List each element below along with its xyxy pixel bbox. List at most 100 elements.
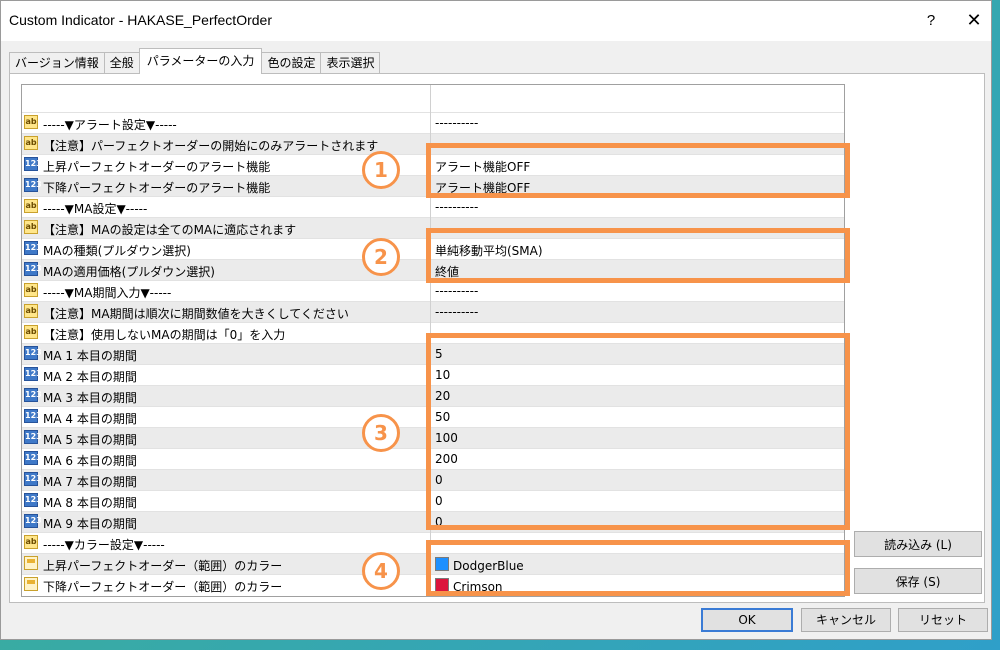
parameter-row[interactable]: 下降パーフェクトオーダー（範囲）のカラー Crimson <box>22 574 844 595</box>
number-type-icon: 123 <box>24 493 42 507</box>
parameter-value[interactable]: 0 <box>435 515 443 529</box>
parameter-row[interactable]: ab 【注意】パーフェクトオーダーの開始にのみアラートされます ---------- <box>22 133 844 154</box>
parameter-value-text: ---------- <box>435 137 479 151</box>
parameter-row[interactable]: ab -----▼カラー設定▼----- ---------- <box>22 532 844 553</box>
parameter-value[interactable]: 5 <box>435 347 443 361</box>
tab-visualization[interactable]: 表示選択 <box>320 52 381 74</box>
parameter-value[interactable]: 10 <box>435 368 450 382</box>
parameter-value[interactable]: 200 <box>435 452 458 466</box>
help-button[interactable]: ? <box>919 9 943 33</box>
number-type-icon: 123 <box>24 262 42 276</box>
parameter-value[interactable]: ---------- <box>435 536 478 550</box>
parameter-value[interactable]: ---------- <box>435 200 478 214</box>
parameter-name: MAの適用価格(プルダウン選択) <box>43 265 215 279</box>
number-type-icon: 123 <box>24 430 42 444</box>
parameter-row[interactable]: ab 【注意】使用しないMAの期間は「0」を入力 ---------- <box>22 322 844 343</box>
parameter-value[interactable]: 100 <box>435 431 458 445</box>
parameter-row[interactable]: 123 MA 1 本目の期間 5 <box>22 343 844 364</box>
parameter-value[interactable]: ---------- <box>435 116 478 130</box>
parameter-row[interactable]: 123 MA 8 本目の期間 0 <box>22 490 844 511</box>
parameter-value[interactable]: アラート機能OFF <box>435 158 530 175</box>
parameter-row[interactable]: 123 上昇パーフェクトオーダーのアラート機能 アラート機能OFF <box>22 154 844 175</box>
parameter-name: 【注意】MAの設定は全てのMAに適応されます <box>43 223 297 237</box>
close-icon[interactable]: ✕ <box>961 7 987 33</box>
parameter-row[interactable]: 上昇パーフェクトオーダー（範囲）のカラー DodgerBlue <box>22 553 844 574</box>
annotation-badge-2: 2 <box>362 238 400 276</box>
tab-version-info[interactable]: バージョン情報 <box>9 52 105 74</box>
parameter-name: 下降パーフェクトオーダーのアラート機能 <box>43 181 271 195</box>
parameter-row[interactable]: ab 【注意】MAの設定は全てのMAに適応されます ---------- <box>22 217 844 238</box>
parameter-row[interactable]: 123 下降パーフェクトオーダーのアラート機能 アラート機能OFF <box>22 175 844 196</box>
parameter-row[interactable]: ab -----▼MA設定▼----- ---------- <box>22 196 844 217</box>
parameter-value[interactable]: 0 <box>435 473 443 487</box>
parameter-value-text: アラート機能OFF <box>435 160 531 174</box>
parameter-row[interactable]: 123 MAの適用価格(プルダウン選択) 終値 <box>22 259 844 280</box>
tab-general[interactable]: 全般 <box>103 52 140 74</box>
parameter-row[interactable]: 123 MA 2 本目の期間 10 <box>22 364 844 385</box>
parameter-value[interactable]: 終値 <box>435 263 459 280</box>
parameter-name: MA 5 本目の期間 <box>43 433 137 447</box>
parameter-value[interactable]: 0 <box>435 494 443 508</box>
load-button[interactable]: 読み込み (L) <box>854 531 982 557</box>
parameter-value[interactable]: ---------- <box>435 326 478 340</box>
parameter-row[interactable]: 123 MA 3 本目の期間 20 <box>22 385 844 406</box>
tab-parameters[interactable]: パラメーターの入力 <box>138 48 263 74</box>
parameter-value-text: ---------- <box>435 326 479 340</box>
parameter-name: 【注意】使用しないMAの期間は「0」を入力 <box>43 328 286 342</box>
number-type-icon: 123 <box>24 157 42 171</box>
parameter-value[interactable]: ---------- <box>435 137 478 151</box>
column-divider[interactable] <box>430 85 431 596</box>
parameter-value-text: 0 <box>435 494 443 508</box>
text-type-icon: ab <box>24 304 38 318</box>
parameter-value-text: 50 <box>435 410 451 424</box>
parameter-value[interactable]: アラート機能OFF <box>435 179 530 196</box>
text-type-icon: ab <box>24 283 38 297</box>
cancel-button[interactable]: キャンセル <box>801 608 891 632</box>
parameter-row[interactable]: 123 MAの種類(プルダウン選択) 単純移動平均(SMA) <box>22 238 844 259</box>
save-button[interactable]: 保存 (S) <box>854 568 982 594</box>
reset-button[interactable]: リセット <box>898 608 988 632</box>
parameter-name: 【注意】MA期間は順次に期間数値を大きくしてください <box>43 307 349 321</box>
parameter-value[interactable]: 20 <box>435 389 450 403</box>
parameter-value[interactable]: 単純移動平均(SMA) <box>435 242 543 259</box>
text-type-icon: ab <box>24 535 38 549</box>
color-swatch[interactable] <box>435 557 449 571</box>
parameter-row[interactable]: ab -----▼アラート設定▼----- ---------- <box>22 112 844 133</box>
color-swatch[interactable] <box>435 578 449 592</box>
parameter-value[interactable]: DodgerBlue <box>435 557 524 573</box>
parameter-name: -----▼MA期間入力▼----- <box>43 286 172 300</box>
parameter-value-text: 0 <box>435 473 443 487</box>
number-type-icon: 123 <box>24 514 42 528</box>
number-type-icon: 123 <box>24 472 42 486</box>
parameter-name: -----▼アラート設定▼----- <box>43 118 177 132</box>
parameter-value[interactable]: ---------- <box>435 284 478 298</box>
parameter-row[interactable]: 123 MA 4 本目の期間 50 <box>22 406 844 427</box>
parameter-value[interactable]: Crimson <box>435 578 503 594</box>
tab-strip: バージョン情報 全般 パラメーターの入力 色の設定 表示選択 <box>9 48 381 74</box>
parameter-grid: 変数 値 ab-----▼アラート設定▼---------------ab【注意… <box>21 84 845 597</box>
parameter-row[interactable]: ab -----▼MA期間入力▼----- ---------- <box>22 280 844 301</box>
parameter-row[interactable]: 123 MA 6 本目の期間 200 <box>22 448 844 469</box>
number-type-icon: 123 <box>24 451 42 465</box>
custom-indicator-dialog: Custom Indicator - HAKASE_PerfectOrder ?… <box>0 0 992 640</box>
text-type-icon: ab <box>24 325 38 339</box>
parameter-row[interactable]: ab 【注意】MA期間は順次に期間数値を大きくしてください ---------- <box>22 301 844 322</box>
parameter-row[interactable]: 123 MA 5 本目の期間 100 <box>22 427 844 448</box>
parameter-value-text: 100 <box>435 431 458 445</box>
parameter-value[interactable]: 50 <box>435 410 450 424</box>
parameter-name: 上昇パーフェクトオーダーのアラート機能 <box>43 160 271 174</box>
parameter-value[interactable]: ---------- <box>435 221 478 235</box>
parameter-row[interactable]: 123 MA 9 本目の期間 0 <box>22 511 844 532</box>
parameter-row[interactable]: 123 MA 7 本目の期間 0 <box>22 469 844 490</box>
parameter-value-text: 終値 <box>435 265 460 279</box>
parameter-name: MA 4 本目の期間 <box>43 412 137 426</box>
parameter-value-text: 単純移動平均(SMA) <box>435 244 543 258</box>
tab-colors[interactable]: 色の設定 <box>261 52 322 74</box>
text-type-icon: ab <box>24 115 38 129</box>
parameter-name: MA 7 本目の期間 <box>43 475 137 489</box>
parameter-name: MA 9 本目の期間 <box>43 517 137 531</box>
parameter-name: -----▼MA設定▼----- <box>43 202 148 216</box>
parameter-name: 【注意】パーフェクトオーダーの開始にのみアラートされます <box>43 139 379 153</box>
parameter-value[interactable]: ---------- <box>435 305 478 319</box>
ok-button[interactable]: OK <box>701 608 793 632</box>
